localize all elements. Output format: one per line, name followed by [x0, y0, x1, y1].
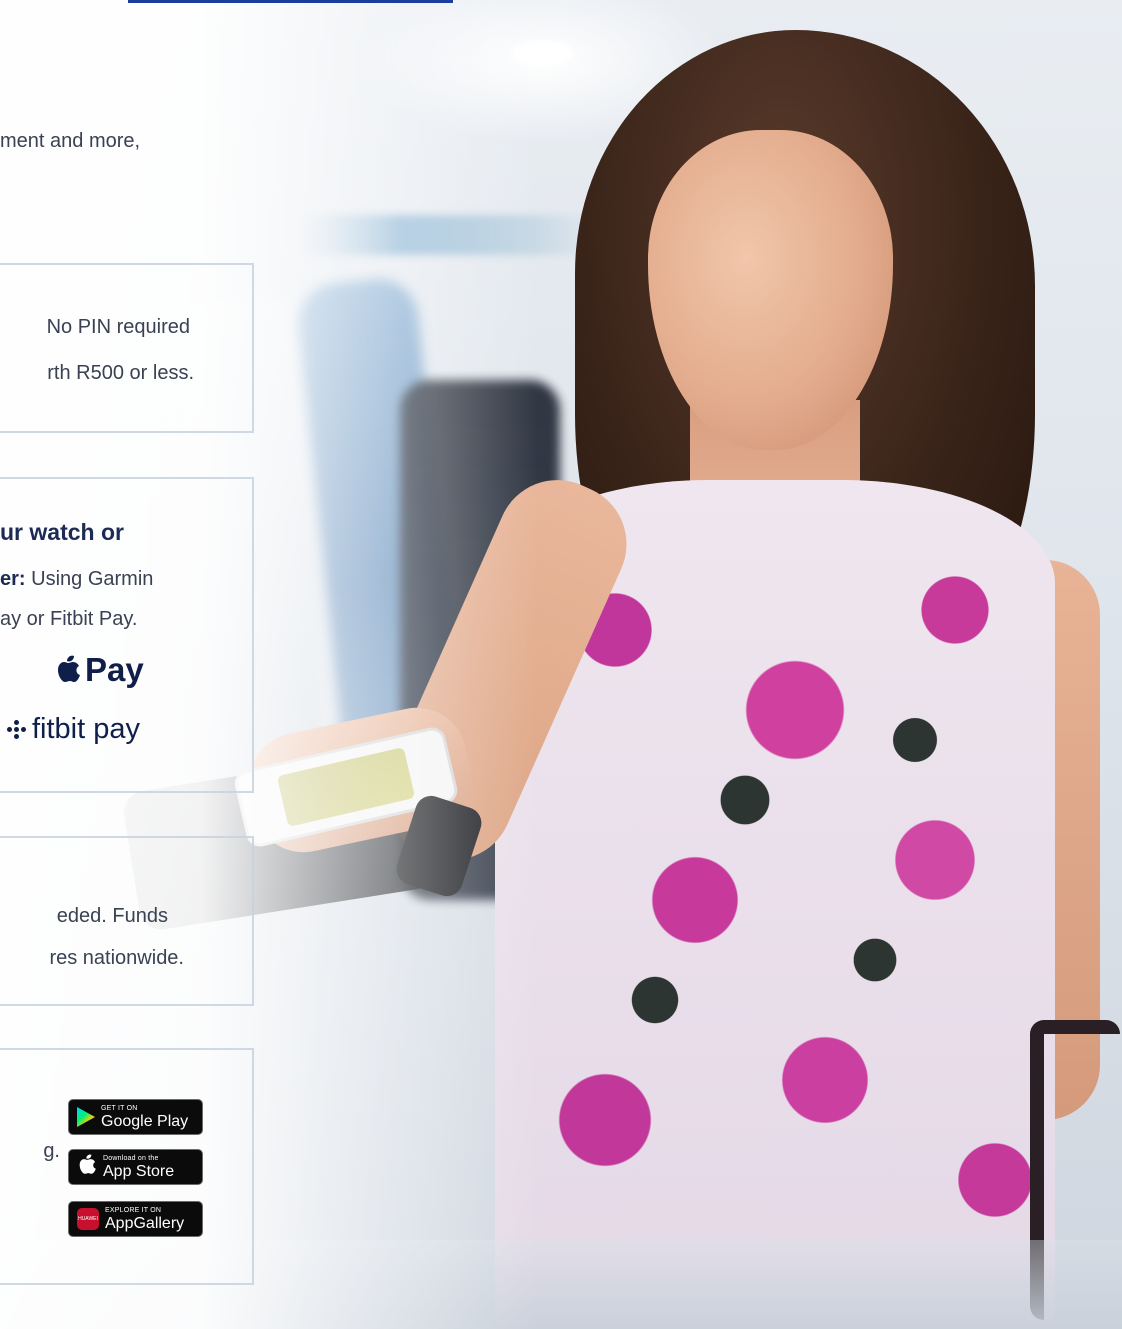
- fitbit-pay-logo: fitbit pay: [7, 713, 140, 746]
- app-gallery-badge[interactable]: HUAWEI EXPLORE IT ON AppGallery: [68, 1201, 203, 1237]
- intro-text: ment and more,: [0, 130, 141, 152]
- wearable-line: er: Using Garmin: [0, 563, 153, 595]
- app-download-box: g. GET IT ON Google Play Download on the…: [0, 1048, 254, 1285]
- google-play-badge[interactable]: GET IT ON Google Play: [68, 1099, 203, 1135]
- apple-pay-logo: Pay: [55, 651, 144, 689]
- badge-small-text: Download on the: [103, 1154, 159, 1162]
- wearable-line: ay or Fitbit Pay.: [0, 608, 138, 630]
- huawei-icon: HUAWEI: [77, 1208, 99, 1230]
- wearable-heading: ur watch or: [0, 519, 124, 545]
- wearable-pay-box: ur watch or er: Using Garmin ay or Fitbi…: [0, 477, 254, 793]
- accent-line: [128, 0, 453, 3]
- app-store-badge[interactable]: Download on the App Store: [68, 1149, 203, 1185]
- cash-line: eded. Funds: [56, 905, 168, 927]
- contactless-line: rth R500 or less.: [47, 362, 194, 384]
- wearable-line-rest: Using Garmin: [25, 568, 154, 590]
- badge-small-text: EXPLORE IT ON: [105, 1206, 162, 1214]
- cash-box: eded. Funds res nationwide.: [0, 836, 254, 1006]
- app-line: g.: [43, 1140, 60, 1162]
- google-play-icon: [77, 1107, 95, 1127]
- contactless-box: No PIN required rth R500 or less.: [0, 263, 254, 433]
- apple-icon: [58, 655, 80, 682]
- cash-line: res nationwide.: [49, 947, 184, 969]
- apple-icon: [77, 1154, 97, 1180]
- badge-store-name: AppGallery: [105, 1214, 185, 1232]
- apple-pay-label: Pay: [85, 651, 144, 688]
- fitbit-pay-label: fitbit pay: [32, 713, 140, 745]
- wearable-line-bold: er:: [0, 568, 26, 590]
- badge-store-name: App Store: [103, 1162, 175, 1180]
- fitbit-icon: [7, 720, 26, 739]
- badge-store-name: Google Play: [101, 1112, 189, 1130]
- badge-small-text: GET IT ON: [101, 1104, 138, 1112]
- huawei-brand-text: HUAWEI: [78, 1216, 98, 1222]
- contactless-line: No PIN required: [46, 316, 190, 338]
